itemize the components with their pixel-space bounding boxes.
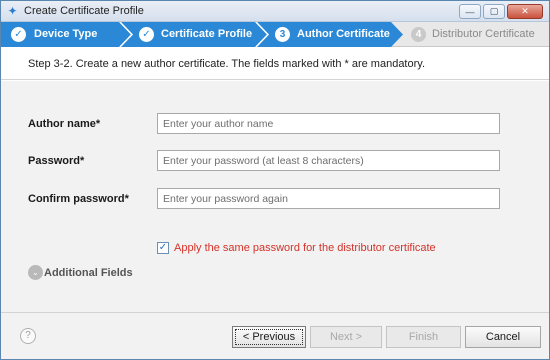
step-number-icon: 3 — [275, 27, 290, 42]
author-certificate-form: Author name* Password* Confirm password*… — [1, 81, 549, 312]
instruction-banner: Step 3-2. Create a new author certificat… — [1, 48, 549, 80]
author-name-input[interactable] — [157, 113, 500, 134]
step-label: Author Certificate — [297, 28, 390, 40]
step-label: Device Type — [34, 28, 98, 40]
password-input[interactable] — [157, 150, 500, 171]
cancel-button[interactable]: Cancel — [465, 326, 541, 348]
wizard-step-bar: ✓ Device Type ✓ Certificate Profile 3 Au… — [1, 22, 549, 47]
title-bar: ✦ Create Certificate Profile — ▢ ✕ — [1, 1, 549, 22]
close-icon[interactable]: ✕ — [507, 4, 543, 19]
additional-fields-label[interactable]: Additional Fields — [44, 267, 133, 279]
same-password-label[interactable]: Apply the same password for the distribu… — [174, 242, 436, 254]
next-button[interactable]: Next > — [310, 326, 382, 348]
instruction-text: Step 3-2. Create a new author certificat… — [28, 58, 426, 70]
step-device-type: ✓ Device Type — [1, 22, 119, 47]
step-number-icon: 4 — [411, 27, 426, 42]
finish-button[interactable]: Finish — [386, 326, 461, 348]
check-icon: ✓ — [11, 27, 26, 42]
step-label: Distributor Certificate — [432, 28, 535, 40]
window-title: Create Certificate Profile — [24, 5, 144, 17]
confirm-password-label: Confirm password* — [28, 193, 129, 205]
same-password-checkbox[interactable]: ✓ — [157, 242, 169, 254]
maximize-icon[interactable]: ▢ — [483, 4, 505, 19]
dialog-footer: ? < Previous Next > Finish Cancel — [1, 312, 549, 359]
confirm-password-input[interactable] — [157, 188, 500, 209]
window-controls: — ▢ ✕ — [459, 4, 543, 19]
step-certificate-profile: ✓ Certificate Profile — [120, 22, 255, 47]
check-icon: ✓ — [139, 27, 154, 42]
same-password-option[interactable]: ✓ Apply the same password for the distri… — [157, 241, 436, 255]
create-certificate-profile-dialog: ✦ Create Certificate Profile — ▢ ✕ ✓ Dev… — [0, 0, 550, 360]
chevron-down-icon[interactable]: ⌄ — [28, 265, 43, 280]
step-label: Certificate Profile — [161, 28, 253, 40]
step-author-certificate: 3 Author Certificate — [256, 22, 391, 47]
additional-fields-toggle[interactable]: ⌄ Additional Fields — [28, 265, 133, 280]
previous-button[interactable]: < Previous — [232, 326, 306, 348]
password-label: Password* — [28, 155, 85, 167]
app-logo-icon: ✦ — [7, 4, 18, 18]
help-icon[interactable]: ? — [20, 328, 36, 344]
step-distributor-certificate: 4 Distributor Certificate — [392, 22, 549, 47]
minimize-icon[interactable]: — — [459, 4, 481, 19]
author-name-label: Author name* — [28, 118, 101, 130]
